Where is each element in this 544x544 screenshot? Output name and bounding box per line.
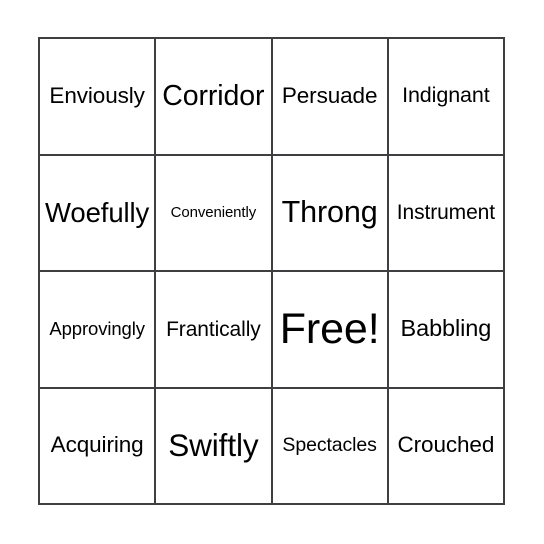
bingo-cell-label: Enviously xyxy=(49,82,145,108)
bingo-cell[interactable]: Swiftly xyxy=(156,388,273,505)
bingo-cell[interactable]: Corridor xyxy=(156,39,273,156)
bingo-cell-label: Indignant xyxy=(402,83,490,108)
bingo-cell[interactable]: Instrument xyxy=(388,155,505,272)
bingo-cell[interactable]: Throng xyxy=(272,155,389,272)
bingo-cell[interactable]: Spectacles xyxy=(272,388,389,505)
bingo-cell[interactable]: Babbling xyxy=(388,272,505,389)
bingo-cell[interactable]: Enviously xyxy=(40,39,157,156)
bingo-cell-free-space[interactable]: Free! xyxy=(272,272,389,389)
bingo-cell[interactable]: Approvingly xyxy=(40,272,157,389)
bingo-cell-label: Approvingly xyxy=(49,318,145,340)
bingo-cell[interactable]: Acquiring xyxy=(40,388,157,505)
bingo-cell[interactable]: Woefully xyxy=(40,155,157,272)
bingo-cell-label: Woefully xyxy=(45,196,150,228)
bingo-cell-label: Persuade xyxy=(281,82,378,108)
bingo-cell[interactable]: Frantically xyxy=(156,272,273,389)
bingo-cell-label: Throng xyxy=(281,194,378,229)
bingo-cell-label: Spectacles xyxy=(282,434,377,457)
bingo-cell[interactable]: Conveniently xyxy=(156,155,273,272)
bingo-cell-label: Acquiring xyxy=(50,432,144,458)
bingo-cell[interactable]: Indignant xyxy=(388,39,505,156)
bingo-cell-label: Frantically xyxy=(166,317,261,341)
bingo-cell-label: Babbling xyxy=(400,315,492,342)
bingo-cell-label: Instrument xyxy=(396,201,495,225)
bingo-cell-label: Crouched xyxy=(397,432,495,458)
bingo-free-space-label: Free! xyxy=(279,304,380,353)
bingo-cell[interactable]: Crouched xyxy=(388,388,505,505)
bingo-cell-label: Conveniently xyxy=(170,203,257,221)
bingo-card-grid: Enviously Corridor Persuade Indignant Wo… xyxy=(38,37,505,505)
bingo-cell-label: Swiftly xyxy=(168,427,259,464)
bingo-cell-label: Corridor xyxy=(162,79,265,112)
bingo-cell[interactable]: Persuade xyxy=(272,39,389,156)
